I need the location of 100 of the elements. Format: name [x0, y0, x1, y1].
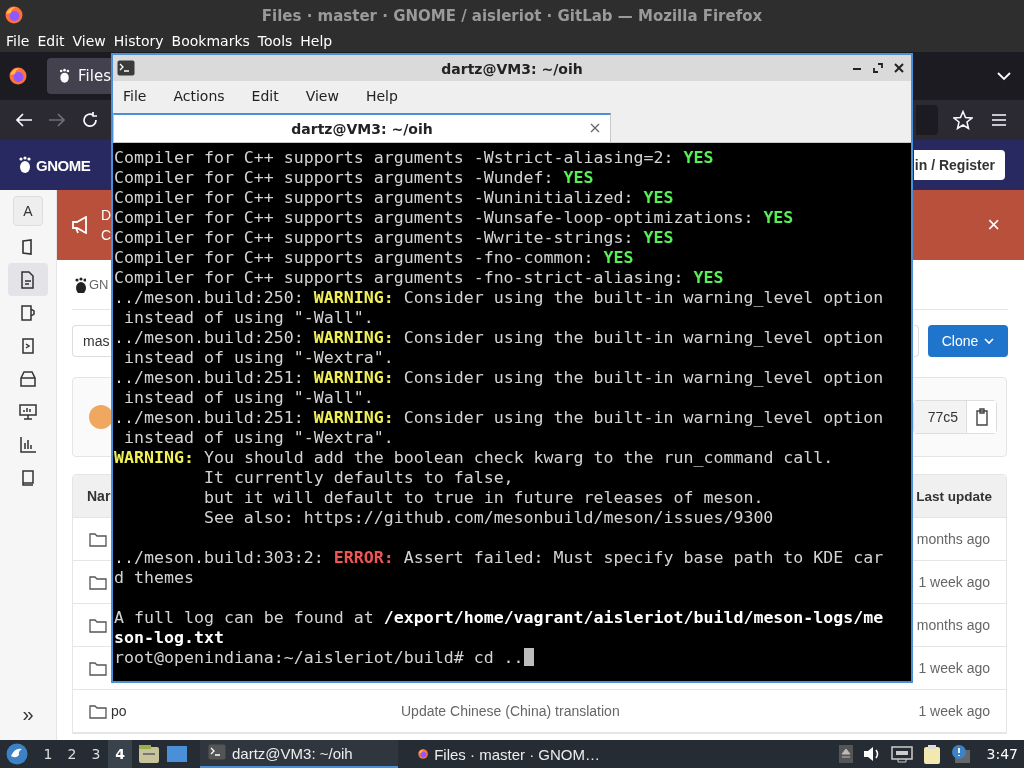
network-icon[interactable] — [890, 745, 913, 763]
terminal-line: A full log can be found at /export/home/vagrant/aisleriot/build/meson-logs/me — [114, 608, 885, 628]
firefox-icon — [5, 6, 23, 24]
last-update: 1 week ago — [918, 703, 990, 719]
commit-message[interactable]: Update Chinese (China) translation — [401, 703, 919, 719]
terminal-line: Compiler for C++ supports arguments -Wwrite-strings: YES — [114, 228, 675, 248]
menu-item[interactable]: Bookmarks — [167, 33, 254, 49]
clock[interactable]: 3:47 — [986, 746, 1018, 762]
collapse-toggle[interactable]: » — [22, 703, 34, 726]
terminal-line: Compiler for C++ supports arguments -Wundef: YES — [114, 168, 595, 188]
banner-text: D — [101, 206, 112, 225]
menu-item[interactable]: Actions — [165, 88, 233, 104]
start-menu-icon[interactable] — [6, 743, 28, 765]
window-title: Files · master · GNOME / aisleriot · GitLab — Mozilla Firefox — [261, 6, 763, 25]
chart-icon — [19, 435, 37, 454]
menu-item[interactable]: File — [115, 88, 155, 104]
workspace-button[interactable]: 2 — [60, 740, 84, 768]
terminal-line: Compiler for C++ supports arguments -Wunsafe-loop-optimizations: YES — [114, 208, 795, 228]
folder-icon — [89, 659, 107, 677]
menu-item[interactable]: View — [297, 88, 347, 104]
workspace-button[interactable]: 3 — [84, 740, 108, 768]
package-icon — [19, 369, 37, 388]
workspace-button[interactable]: 4 — [108, 740, 132, 768]
terminal-line: instead of using "-Wextra". — [123, 428, 395, 448]
last-update: months ago — [916, 617, 990, 633]
window-title: dartz@VM3: ~/oih — [441, 60, 583, 77]
terminal-line: Compiler for C++ supports arguments -fno-common: YES — [114, 248, 635, 268]
folder-icon — [89, 702, 107, 720]
browser-tab[interactable]: Files — [47, 58, 111, 94]
document-icon — [19, 270, 37, 289]
terminal-line: instead of using "-Wextra". — [123, 348, 395, 368]
window-icon[interactable] — [166, 745, 188, 763]
folder-icon — [89, 616, 107, 634]
eject-icon[interactable] — [838, 745, 853, 763]
taskbar-task[interactable]: dartz@VM3: ~/oih — [200, 740, 398, 768]
menu-icon[interactable] — [991, 113, 1007, 127]
project-avatar[interactable]: A — [13, 196, 43, 226]
terminal-line: Compiler for C++ supports arguments -fno-strict-aliasing: YES — [114, 268, 725, 288]
terminal-line: instead of using "-Wall". — [123, 388, 375, 408]
terminal-icon — [117, 60, 135, 76]
last-update: months ago — [916, 531, 990, 547]
firefox-icon — [9, 67, 27, 85]
breadcrumb-link[interactable]: GN — [89, 277, 109, 292]
file-manager-icon[interactable] — [138, 744, 160, 764]
notification-icon[interactable] — [950, 744, 971, 764]
terminal-line: ../meson.build:303:2: ERROR: Assert failed: Must specify base path to KDE car — [114, 548, 885, 568]
clipboard-icon — [974, 408, 989, 426]
close-button[interactable]: × — [987, 212, 1000, 238]
menu-item[interactable]: Help — [296, 33, 337, 49]
menu-item[interactable]: Edit — [243, 88, 287, 104]
commit-sha[interactable]: 77c5 — [913, 401, 966, 433]
sidebar-item[interactable] — [8, 263, 48, 296]
merge-request-icon — [19, 336, 37, 355]
monitor-icon — [19, 402, 37, 421]
terminal-tab[interactable]: dartz@VM3: ~/oih — [113, 113, 611, 142]
book-icon — [19, 468, 37, 487]
menu-item[interactable]: File — [2, 33, 34, 49]
menu-item[interactable]: Help — [357, 88, 406, 104]
close-icon[interactable] — [590, 123, 600, 133]
chevron-down-icon — [984, 337, 995, 345]
sign-in-button[interactable]: in / Register — [914, 150, 1005, 180]
volume-icon[interactable] — [862, 746, 881, 762]
menu-item[interactable]: Edit — [33, 33, 69, 49]
clipboard-icon[interactable] — [922, 744, 941, 764]
terminal-line: Compiler for C++ supports arguments -Wuninitialized: YES — [114, 188, 675, 208]
avatar — [89, 405, 113, 429]
terminal-line: d themes — [114, 568, 195, 588]
close-icon[interactable] — [893, 62, 905, 74]
maximize-icon[interactable] — [872, 62, 884, 74]
terminal-line: It currently defaults to false, — [202, 468, 515, 488]
workspace-button[interactable]: 1 — [36, 740, 60, 768]
folder-icon — [89, 530, 107, 548]
star-icon[interactable] — [953, 110, 973, 130]
issue-icon — [19, 303, 37, 322]
terminal-icon — [208, 744, 226, 762]
file-link[interactable]: po — [111, 703, 127, 719]
column-header: Last update — [916, 488, 992, 504]
reload-icon[interactable] — [81, 111, 99, 129]
taskbar-task[interactable]: Files · master · GNOM… — [410, 740, 608, 768]
terminal-line: WARNING: You should add the boolean check kwarg to the run_command call. — [114, 448, 835, 468]
clone-button[interactable]: Clone — [928, 325, 1008, 357]
back-icon[interactable] — [15, 112, 33, 128]
terminal-line: Compiler for C++ supports arguments -Wstrict-aliasing=2: YES — [114, 148, 715, 168]
menu-item[interactable]: History — [109, 33, 168, 49]
column-header: Nar — [87, 488, 111, 504]
terminal-line: ../meson.build:250: WARNING: Consider using the built-in warning_level option — [114, 288, 885, 308]
banner-text: C — [101, 226, 112, 245]
last-update: 1 week ago — [918, 660, 990, 676]
menu-item[interactable]: Tools — [253, 33, 297, 49]
terminal-line: ../meson.build:251: WARNING: Consider using the built-in warning_level option — [114, 408, 885, 428]
menu-item[interactable]: View — [68, 33, 110, 49]
terminal-line: root@openindiana:~/aisleriot/build# cd .. — [114, 648, 911, 668]
path-field[interactable] — [914, 325, 919, 357]
chevron-down-icon[interactable] — [996, 71, 1012, 81]
terminal-line: son-log.txt — [114, 628, 225, 648]
terminal-line: instead of using "-Wall". — [123, 308, 375, 328]
terminal-line: but it will default to true in future releases of meson. — [202, 488, 765, 508]
terminal-line: ../meson.build:251: WARNING: Consider using the built-in warning_level option — [114, 368, 885, 388]
copy-button[interactable] — [966, 401, 996, 433]
terminal-line: See also: https://github.com/mesonbuild/meson/issues/9300 — [202, 508, 775, 528]
